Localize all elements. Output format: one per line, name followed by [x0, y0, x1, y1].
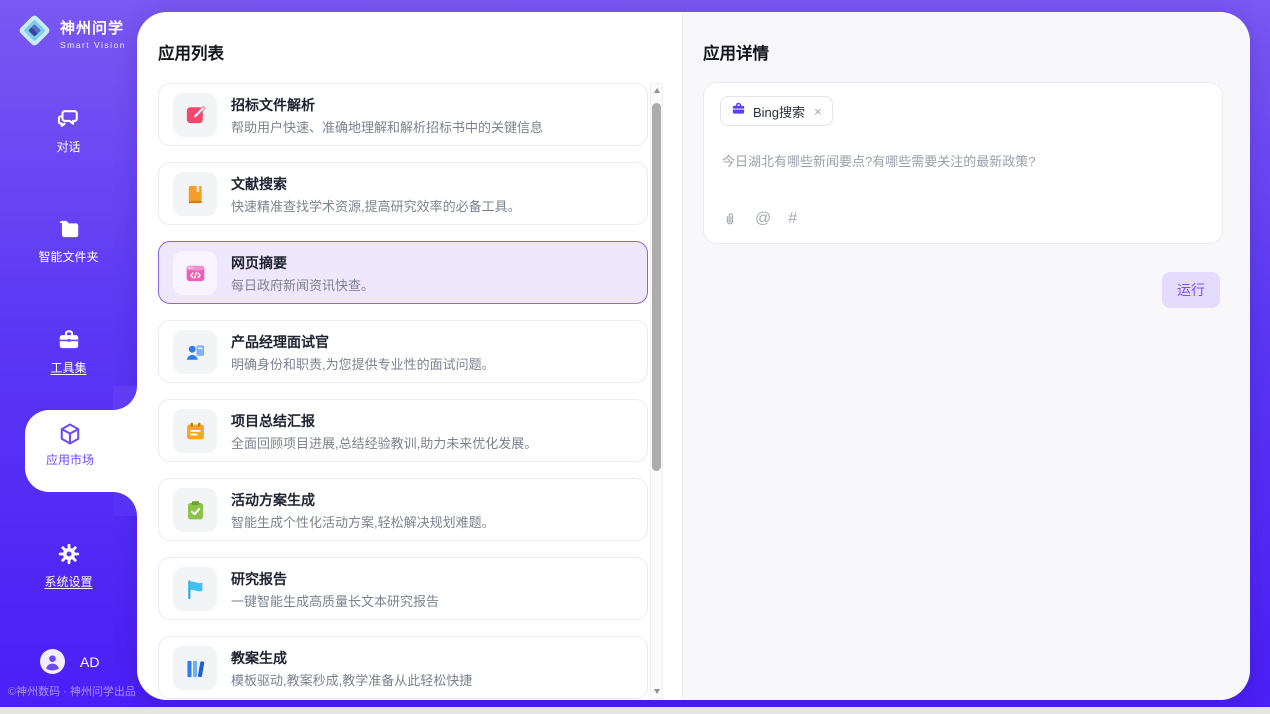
app-card-title: 活动方案生成: [231, 490, 315, 510]
sidebar-item-chat[interactable]: 对话: [0, 106, 137, 155]
gear-icon: [56, 541, 82, 567]
app-card-title: 文献搜索: [231, 174, 287, 194]
hash-icon[interactable]: #: [788, 211, 797, 227]
app-detail-title: 应用详情: [703, 40, 769, 64]
app-card-desc: 快速精准查找学术资源,提高研究效率的必备工具。: [231, 196, 521, 215]
run-button[interactable]: 运行: [1162, 272, 1220, 308]
app-card-title: 招标文件解析: [231, 95, 315, 115]
books-icon: [173, 646, 217, 690]
tool-tag-label: Bing搜索: [753, 102, 805, 121]
toolbox-icon: [56, 327, 82, 353]
diamond-logo-icon: [16, 12, 53, 54]
folder-icon: [56, 216, 82, 242]
paperclip-icon[interactable]: [722, 211, 738, 227]
app-list-title: 应用列表: [158, 40, 224, 64]
prompt-text[interactable]: 今日湖北有哪些新闻要点?有哪些需要关注的最新政策?: [722, 151, 1035, 170]
tool-tag-bing-search[interactable]: Bing搜索 ×: [720, 96, 833, 126]
prompt-toolbar: @ #: [722, 211, 797, 227]
app-card-title: 研究报告: [231, 569, 287, 589]
doc-pen-icon: [173, 93, 217, 137]
app-card-title: 产品经理面试官: [231, 332, 329, 352]
user-avatar-icon: [40, 649, 65, 674]
main-content: 应用列表 招标文件解析 帮助用户快速、准确地理解和解析招标书中的关键信息 文献搜…: [137, 12, 1250, 700]
cube-icon: [57, 421, 83, 447]
app-card-doc-pen[interactable]: 招标文件解析 帮助用户快速、准确地理解和解析招标书中的关键信息: [158, 83, 648, 146]
app-card-flag-report[interactable]: 研究报告 一键智能生成高质量长文本研究报告: [158, 557, 648, 620]
user-name: AD: [80, 654, 99, 670]
book-icon: [173, 172, 217, 216]
flag-report-icon: [173, 567, 217, 611]
scrollbar-thumb[interactable]: [652, 103, 661, 471]
at-icon[interactable]: @: [755, 211, 771, 227]
app-card-browser[interactable]: 网页摘要 每日政府新闻资讯快查。: [158, 241, 648, 304]
app-card-desc: 明确身份和职责,为您提供专业性的面试问题。: [231, 354, 495, 373]
app-card-desc: 模板驱动,教案秒成,教学准备从此轻松快捷: [231, 670, 472, 689]
sidebar-item-toolset[interactable]: 工具集: [0, 327, 137, 376]
logo: 神州问学 Smart Vision: [16, 12, 126, 54]
active-tab-fillet-top: [113, 386, 137, 410]
scroll-up-arrow-icon[interactable]: [654, 88, 660, 93]
app-list: 招标文件解析 帮助用户快速、准确地理解和解析招标书中的关键信息 文献搜索 快速精…: [158, 83, 648, 700]
app-card-title: 项目总结汇报: [231, 411, 315, 431]
sidebar: 神州问学 Smart Vision 对话 智能文件夹: [0, 0, 137, 707]
close-icon[interactable]: ×: [814, 105, 822, 118]
app-card-desc: 帮助用户快速、准确地理解和解析招标书中的关键信息: [231, 117, 543, 136]
copyright-text: ©神州数码 · 神州问学出品: [8, 683, 145, 699]
logo-subtitle: Smart Vision: [60, 40, 126, 50]
app-card-calendar[interactable]: 项目总结汇报 全面回顾项目进展,总结经验教训,助力未来优化发展。: [158, 399, 648, 462]
app-card-books[interactable]: 教案生成 模板驱动,教案秒成,教学准备从此轻松快捷: [158, 636, 648, 699]
sidebar-item-smart-folder[interactable]: 智能文件夹: [0, 216, 137, 265]
person-doc-icon: [173, 330, 217, 374]
app-card-person-doc[interactable]: 产品经理面试官 明确身份和职责,为您提供专业性的面试问题。: [158, 320, 648, 383]
app-card-book[interactable]: 文献搜索 快速精准查找学术资源,提高研究效率的必备工具。: [158, 162, 648, 225]
app-window: 神州问学 Smart Vision 对话 智能文件夹: [0, 0, 1270, 714]
user-account[interactable]: AD: [40, 649, 99, 674]
logo-title: 神州问学: [60, 17, 126, 38]
active-tab-fillet-bottom: [113, 492, 137, 516]
app-card-title: 网页摘要: [231, 253, 287, 273]
calendar-icon: [173, 409, 217, 453]
prompt-card: Bing搜索 × 今日湖北有哪些新闻要点?有哪些需要关注的最新政策? @ #: [703, 82, 1223, 244]
scroll-down-arrow-icon[interactable]: [654, 689, 660, 694]
browser-icon: [173, 251, 217, 295]
app-list-panel: 应用列表 招标文件解析 帮助用户快速、准确地理解和解析招标书中的关键信息 文献搜…: [137, 12, 682, 700]
chat-icon: [56, 106, 82, 132]
window-bottom-strip: [0, 707, 1270, 714]
clipboard-check-icon: [173, 488, 217, 532]
app-card-desc: 一键智能生成高质量长文本研究报告: [231, 591, 439, 610]
app-card-clipboard-check[interactable]: 活动方案生成 智能生成个性化活动方案,轻松解决规划难题。: [158, 478, 648, 541]
app-card-desc: 智能生成个性化活动方案,轻松解决规划难题。: [231, 512, 495, 531]
app-list-scrollbar[interactable]: [650, 83, 663, 699]
app-card-title: 教案生成: [231, 648, 287, 668]
app-card-desc: 每日政府新闻资讯快查。: [231, 275, 374, 294]
app-card-desc: 全面回顾项目进展,总结经验教训,助力未来优化发展。: [231, 433, 537, 452]
app-detail-panel: 应用详情 Bing搜索 × 今日湖北有哪些新闻要点?有哪些需要关注的最新政策?: [682, 12, 1250, 700]
sidebar-item-settings[interactable]: 系统设置: [0, 541, 137, 590]
sidebar-item-app-market[interactable]: 应用市场: [25, 410, 137, 492]
briefcase-icon: [731, 101, 746, 121]
